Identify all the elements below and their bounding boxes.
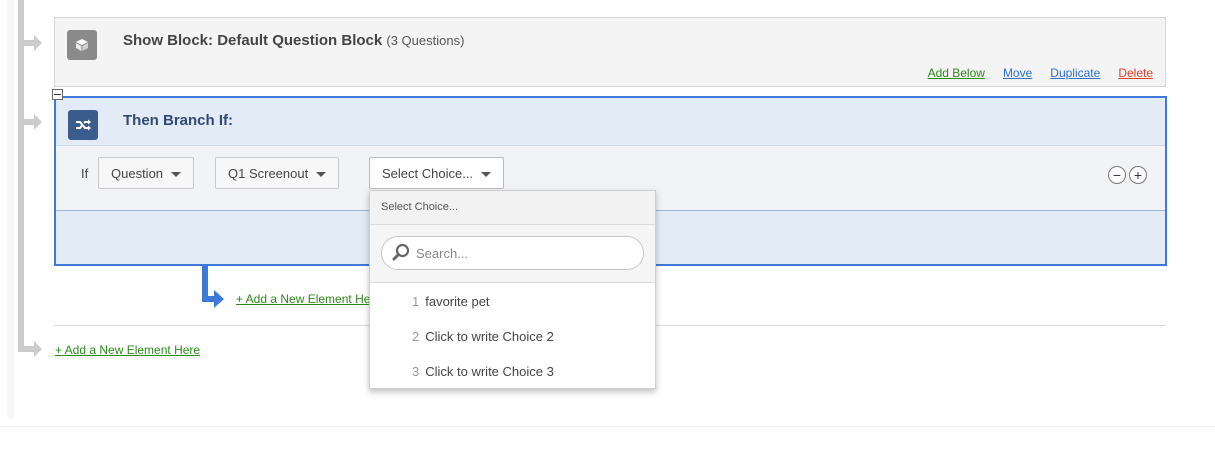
question-dropdown[interactable]: Q1 Screenout bbox=[215, 157, 340, 189]
move-link[interactable]: Move bbox=[1003, 66, 1032, 80]
choice-number: 3 bbox=[412, 363, 420, 379]
condition-type-dropdown[interactable]: Question bbox=[98, 157, 195, 189]
add-element-outer-link[interactable]: + Add a New Element Here bbox=[55, 343, 200, 357]
survey-flow-canvas: Show Block: Default Question Block (3 Qu… bbox=[0, 0, 1215, 451]
flow-arrow-icon bbox=[24, 341, 42, 357]
branch-header: Then Branch If: bbox=[56, 98, 1165, 146]
branch-icon bbox=[68, 110, 98, 140]
condition-type-value: Question bbox=[111, 165, 164, 181]
choice-value: Select Choice... bbox=[382, 165, 474, 181]
left-rail bbox=[7, 0, 14, 418]
choice-label: favorite pet bbox=[425, 293, 490, 309]
choice-option[interactable]: 1 favorite pet bbox=[370, 283, 655, 319]
search-icon bbox=[392, 243, 410, 264]
dropdown-search-area bbox=[370, 225, 655, 283]
add-below-link[interactable]: Add Below bbox=[928, 66, 985, 80]
choice-number: 2 bbox=[412, 328, 420, 344]
if-label: If bbox=[81, 166, 89, 181]
block-actions: Add Below Move Duplicate Delete bbox=[928, 66, 1153, 80]
flow-arrow-icon bbox=[24, 35, 42, 51]
add-element-inner-link[interactable]: + Add a New Element Here bbox=[236, 292, 381, 306]
chevron-down-icon bbox=[481, 171, 492, 177]
show-block-title: Show Block: Default Question Block (3 Qu… bbox=[123, 32, 464, 49]
choice-option[interactable]: 3 Click to write Choice 3 bbox=[370, 353, 655, 389]
remove-condition-button[interactable]: − bbox=[1108, 166, 1126, 184]
cube-icon bbox=[67, 30, 97, 60]
add-condition-button[interactable]: + bbox=[1129, 166, 1147, 184]
choice-label: Click to write Choice 2 bbox=[425, 328, 554, 344]
show-block-prefix: Show Block: bbox=[123, 32, 214, 49]
show-block[interactable]: Show Block: Default Question Block (3 Qu… bbox=[54, 17, 1166, 87]
flow-arrow-icon bbox=[24, 114, 42, 130]
choice-dropdown-menu: Select Choice... 1 favorite pet 2 Click … bbox=[369, 190, 656, 389]
chevron-down-icon bbox=[316, 171, 327, 177]
flow-line bbox=[18, 0, 24, 352]
choice-number: 1 bbox=[412, 293, 420, 309]
question-count: (3 Questions) bbox=[386, 33, 465, 48]
branch-title: Then Branch If: bbox=[123, 112, 234, 129]
dropdown-header[interactable]: Select Choice... bbox=[370, 191, 655, 225]
delete-link[interactable]: Delete bbox=[1118, 66, 1153, 80]
block-name: Default Question Block bbox=[217, 32, 383, 49]
branch-arrow-icon bbox=[214, 290, 224, 308]
question-value: Q1 Screenout bbox=[228, 165, 309, 181]
collapse-toggle[interactable] bbox=[52, 89, 63, 100]
choice-dropdown[interactable]: Select Choice... bbox=[369, 157, 505, 189]
duplicate-link[interactable]: Duplicate bbox=[1050, 66, 1100, 80]
choice-option[interactable]: 2 Click to write Choice 2 bbox=[370, 318, 655, 354]
search-box[interactable] bbox=[381, 236, 644, 270]
search-input[interactable] bbox=[416, 245, 626, 261]
page-footer-band bbox=[0, 426, 1215, 451]
choice-label: Click to write Choice 3 bbox=[425, 363, 554, 379]
chevron-down-icon bbox=[171, 171, 182, 177]
